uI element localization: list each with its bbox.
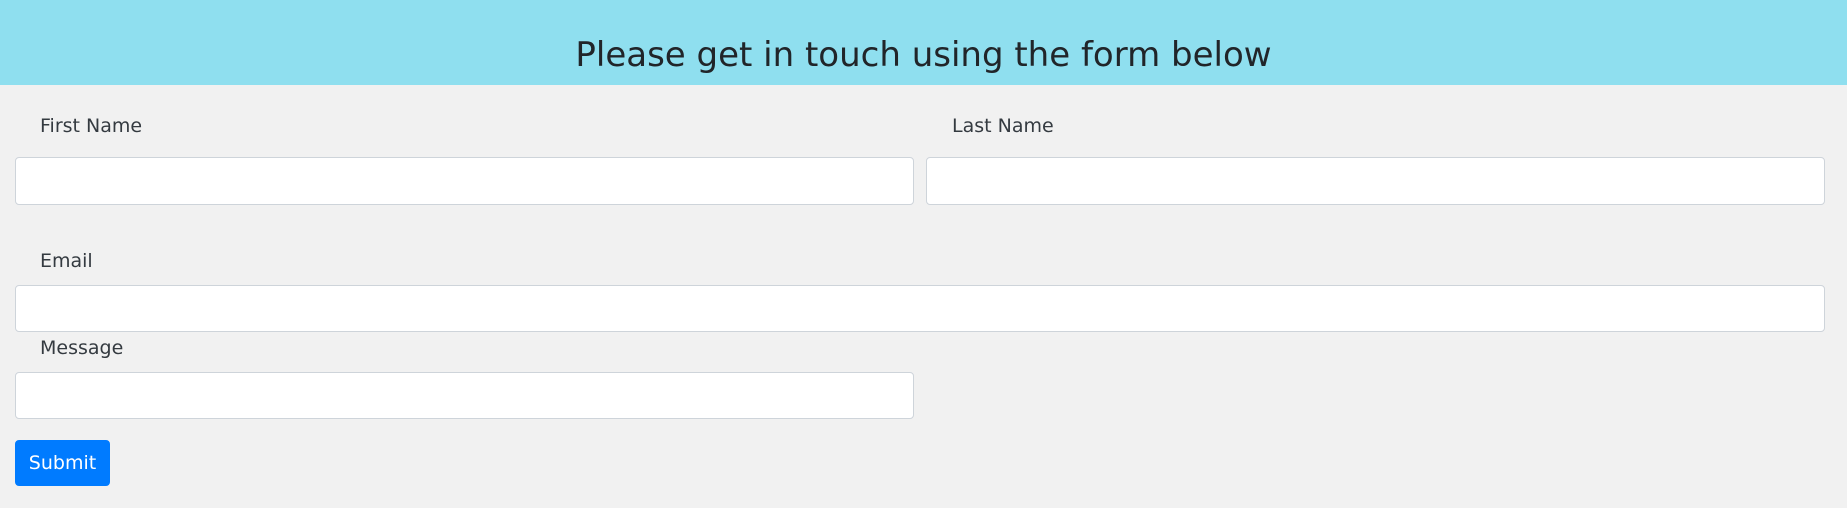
message-label: Message	[40, 337, 124, 359]
first-name-input[interactable]	[15, 157, 914, 205]
submit-button[interactable]: Submit	[15, 440, 110, 486]
last-name-label: Last Name	[952, 115, 1054, 137]
email-input[interactable]	[15, 285, 1825, 332]
page-header: Please get in touch using the form below	[0, 0, 1847, 85]
last-name-input[interactable]	[926, 157, 1825, 205]
email-label: Email	[40, 250, 93, 272]
first-name-label: First Name	[40, 115, 143, 137]
message-input[interactable]	[15, 372, 914, 419]
page-title: Please get in touch using the form below	[575, 35, 1272, 75]
